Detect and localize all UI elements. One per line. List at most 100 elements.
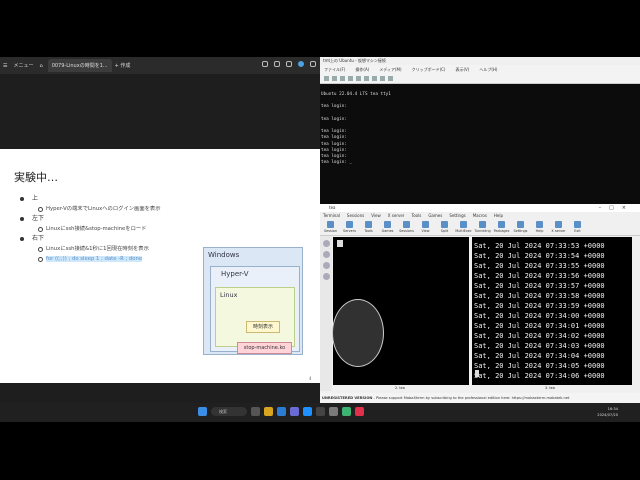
vscode-blue-icon[interactable] xyxy=(303,407,312,416)
menu-icon[interactable]: ☰ xyxy=(0,63,10,69)
bullet-top: 上 xyxy=(20,194,161,204)
menu-item-sessions[interactable]: Sessions xyxy=(347,212,364,220)
settings-icon[interactable] xyxy=(310,61,316,67)
browser-menu-label[interactable]: メニュー xyxy=(10,62,36,69)
toolbar-button-servers[interactable]: Servers xyxy=(342,220,357,235)
pause-icon[interactable] xyxy=(356,76,361,81)
toolbar-button-label: Tools xyxy=(364,229,373,233)
date-line: Sat, 20 Jul 2024 07:33:55 +0000 xyxy=(474,262,605,270)
toolbar-button-label: Tunneling xyxy=(474,229,491,233)
acrobat-icon[interactable] xyxy=(355,407,364,416)
pane-label-right[interactable]: 3. tea xyxy=(545,386,555,390)
slide-title: 実験中… xyxy=(14,171,58,184)
pen-icon[interactable] xyxy=(322,273,330,280)
terminal-app-icon[interactable] xyxy=(316,407,325,416)
macro-icon[interactable] xyxy=(322,262,330,269)
toolbar-button-label: View xyxy=(421,229,430,233)
tools-icon[interactable] xyxy=(322,251,330,258)
menu-item-help[interactable]: Help xyxy=(494,212,503,220)
profile-avatar[interactable] xyxy=(298,61,304,67)
diagram-time-box: 時刻表示 xyxy=(246,321,280,333)
unregistered-banner[interactable]: UNREGISTERED VERSION - Please support Mo… xyxy=(320,393,640,403)
terminal-cursor xyxy=(337,240,343,247)
window-controls[interactable]: –□× xyxy=(599,204,634,212)
system-clock[interactable]: 16:34 2024/07/20 xyxy=(597,406,618,418)
menu-item-macros[interactable]: Macros xyxy=(473,212,487,220)
toolbar-button-label: Servers xyxy=(343,229,356,233)
revert-icon[interactable] xyxy=(380,76,385,81)
clock-date: 2024/07/20 xyxy=(597,413,618,417)
toolbar-button-view[interactable]: View xyxy=(418,220,433,235)
vm-window-title: tmt上の Ubuntu - 仮想マシン接続 xyxy=(320,57,640,65)
date-output: Sat, 20 Jul 2024 07:33:53 +0000 Sat, 20 J… xyxy=(474,241,605,381)
date-line: Sat, 20 Jul 2024 07:33:57 +0000 xyxy=(474,282,605,290)
enhanced-session-icon[interactable] xyxy=(388,76,393,81)
menu-item-games[interactable]: Games xyxy=(428,212,442,220)
toolbar-button-packages[interactable]: Packages xyxy=(494,220,509,235)
hyperv-icon[interactable] xyxy=(329,407,338,416)
diagram-stop-box: stop-machine.ko xyxy=(237,342,292,354)
multiexec-icon xyxy=(460,221,467,228)
new-tab-button[interactable]: + 作成 xyxy=(112,62,134,69)
toolbar-button-games[interactable]: Games xyxy=(380,220,395,235)
browser-tab[interactable]: 0079-Linuxの時間を1... xyxy=(47,59,112,72)
extensions-icon[interactable] xyxy=(286,61,292,67)
toolbar-button-tools[interactable]: Tools xyxy=(361,220,376,235)
browser-tab-title: 0079-Linuxの時間を1... xyxy=(51,63,108,69)
toolbar-button-split[interactable]: Split xyxy=(437,220,452,235)
ctrl-alt-del-icon[interactable] xyxy=(324,76,329,81)
presentation-slide: 実験中… 上 Hyper-Vの端末でLinuxへのログイン画面を表示 左下 Li… xyxy=(0,149,320,383)
command-line: for ((;;)) ; do sleep 1 ; date -R ; done xyxy=(20,254,161,264)
edge-icon[interactable] xyxy=(277,407,286,416)
vm-menu-help[interactable]: ヘルプ(H) xyxy=(479,65,497,74)
menu-item-terminal[interactable]: Terminal xyxy=(323,212,340,220)
vm-menu-action[interactable]: 操作(A) xyxy=(355,65,369,74)
bookmark-icon[interactable] xyxy=(262,61,268,67)
toolbar-button-exit[interactable]: Exit xyxy=(570,220,585,235)
vm-menu-clipboard[interactable]: クリップボード(C) xyxy=(412,65,446,74)
taskbar-search[interactable]: 検索 xyxy=(211,407,247,416)
highlighted-command: for ((;;)) ; do sleep 1 ; date -R ; done xyxy=(46,256,143,262)
shutdown-icon[interactable] xyxy=(348,76,353,81)
terminal-pane-right[interactable]: Sat, 20 Jul 2024 07:33:53 +0000 Sat, 20 J… xyxy=(472,237,632,385)
toolbar-button-session[interactable]: Session xyxy=(323,220,338,235)
reset-icon[interactable] xyxy=(364,76,369,81)
menu-item-settings[interactable]: Settings xyxy=(449,212,465,220)
bullet-list: 上 Hyper-Vの端末でLinuxへのログイン画面を表示 左下 Linuxにs… xyxy=(20,194,161,264)
checkpoint-icon[interactable] xyxy=(372,76,377,81)
menu-item-x-server[interactable]: X server xyxy=(388,212,405,220)
file-explorer-icon[interactable] xyxy=(264,407,273,416)
menu-item-view[interactable]: View xyxy=(371,212,381,220)
vm-menu-media[interactable]: メディア(M) xyxy=(379,65,401,74)
vm-menu-file[interactable]: ファイル(F) xyxy=(324,65,345,74)
pane-label-left[interactable]: 2. tea xyxy=(395,386,405,390)
vm-menu-view[interactable]: 表示(V) xyxy=(456,65,470,74)
task-view-icon[interactable] xyxy=(251,407,260,416)
mobaxterm-menu-bar: Terminal Sessions View X server Tools Games Se… xyxy=(320,212,640,220)
app-icon-green[interactable] xyxy=(342,407,351,416)
home-icon[interactable]: ⌂ xyxy=(37,63,46,69)
notifications-icon[interactable] xyxy=(274,61,280,67)
mobaxterm-title: tea xyxy=(329,205,336,210)
toolbar-button-label: Sessions xyxy=(399,229,414,233)
toolbar-button-multiexec[interactable]: MultiExec xyxy=(455,220,472,235)
tools-icon xyxy=(365,221,372,228)
toolbar-button-label: Packages xyxy=(493,229,510,233)
toolbar-button-tunneling[interactable]: Tunneling xyxy=(474,220,491,235)
start-button-icon[interactable] xyxy=(198,407,207,416)
toolbar-button-label: Help xyxy=(535,229,544,233)
mobaxterm-title-bar: tea –□× xyxy=(320,204,640,212)
toolbar-button-x-server[interactable]: X server xyxy=(551,220,566,235)
menu-item-tools[interactable]: Tools xyxy=(411,212,421,220)
star-icon[interactable] xyxy=(322,240,330,247)
vscode-icon[interactable] xyxy=(290,407,299,416)
start-icon[interactable] xyxy=(332,76,337,81)
video-bottom-area xyxy=(0,383,320,403)
stop-icon[interactable] xyxy=(340,76,345,81)
split-icon xyxy=(441,221,448,228)
toolbar-button-sessions[interactable]: Sessions xyxy=(399,220,414,235)
browser-tab-bar: ☰ メニュー ⌂ 0079-Linuxの時間を1... + 作成 xyxy=(0,57,320,74)
vm-console-output[interactable]: Ubuntu 22.04.4 LTS tea tty1 tea login: t… xyxy=(321,92,391,166)
toolbar-button-help[interactable]: Help xyxy=(532,220,547,235)
toolbar-button-settings[interactable]: Settings xyxy=(513,220,528,235)
